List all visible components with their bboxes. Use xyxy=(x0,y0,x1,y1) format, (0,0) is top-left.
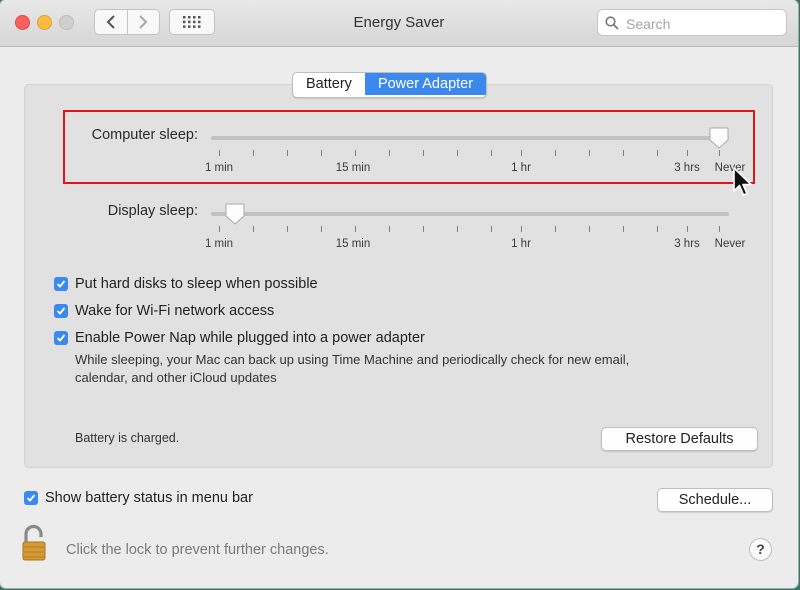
power-nap-description: While sleeping, your Mac can back up usi… xyxy=(75,351,695,387)
wifi-option[interactable]: Wake for Wi-Fi network access xyxy=(54,303,274,319)
tick-label-never: Never xyxy=(714,238,746,250)
display-sleep-slider-knob[interactable] xyxy=(225,203,245,225)
power-nap-option[interactable]: Enable Power Nap while plugged into a po… xyxy=(54,330,425,346)
wifi-label: Wake for Wi-Fi network access xyxy=(75,303,275,319)
search-input[interactable] xyxy=(624,13,783,34)
show-battery-label: Show battery status in menu bar xyxy=(45,490,253,506)
power-nap-label: Enable Power Nap while plugged into a po… xyxy=(75,330,425,346)
display-sleep-label: Display sleep: xyxy=(107,203,198,219)
show-battery-checkbox[interactable] xyxy=(24,491,38,505)
battery-status-text: Battery is charged. xyxy=(75,431,180,445)
power-nap-description-line: While sleeping, your Mac can back up usi… xyxy=(75,352,630,367)
source-tabs: Battery Power Adapter xyxy=(292,72,488,98)
lock-message: Click the lock to prevent further change… xyxy=(66,542,329,558)
energy-saver-window: Energy Saver Battery Power Adapter Compu… xyxy=(0,0,798,588)
title-bar: Energy Saver xyxy=(0,0,798,47)
checkmark-icon xyxy=(26,494,36,502)
power-nap-checkbox[interactable] xyxy=(54,331,68,345)
display-sleep-slider-track[interactable] xyxy=(211,212,729,216)
tick-label-3-hrs: 3 hrs xyxy=(674,238,700,250)
checkmark-icon xyxy=(56,280,66,288)
schedule-button[interactable]: Schedule... xyxy=(657,488,773,512)
tab-power-adapter[interactable]: Power Adapter xyxy=(364,73,487,95)
search-icon xyxy=(605,16,619,30)
tick-label-15-min: 15 min xyxy=(335,238,371,250)
tick-label-1-min: 1 min xyxy=(204,238,234,250)
mouse-pointer-icon xyxy=(733,167,752,196)
highlight-box xyxy=(63,110,755,184)
checkmark-icon xyxy=(56,307,66,315)
hard-disks-option[interactable]: Put hard disks to sleep when possible xyxy=(54,276,318,292)
tab-battery[interactable]: Battery xyxy=(293,73,365,95)
checkmark-icon xyxy=(56,334,66,342)
show-battery-option[interactable]: Show battery status in menu bar xyxy=(24,490,253,506)
search-field[interactable] xyxy=(597,9,787,36)
restore-defaults-button[interactable]: Restore Defaults xyxy=(601,427,758,451)
lock-icon[interactable] xyxy=(22,524,48,562)
wifi-checkbox[interactable] xyxy=(54,304,68,318)
hard-disks-label: Put hard disks to sleep when possible xyxy=(75,276,318,292)
hard-disks-checkbox[interactable] xyxy=(54,277,68,291)
tick-label-1-hr: 1 hr xyxy=(511,238,531,250)
help-button[interactable]: ? xyxy=(749,538,772,561)
power-nap-description-line: calendar, and other iCloud updates xyxy=(75,370,277,385)
display-sleep-ticks xyxy=(211,226,729,233)
